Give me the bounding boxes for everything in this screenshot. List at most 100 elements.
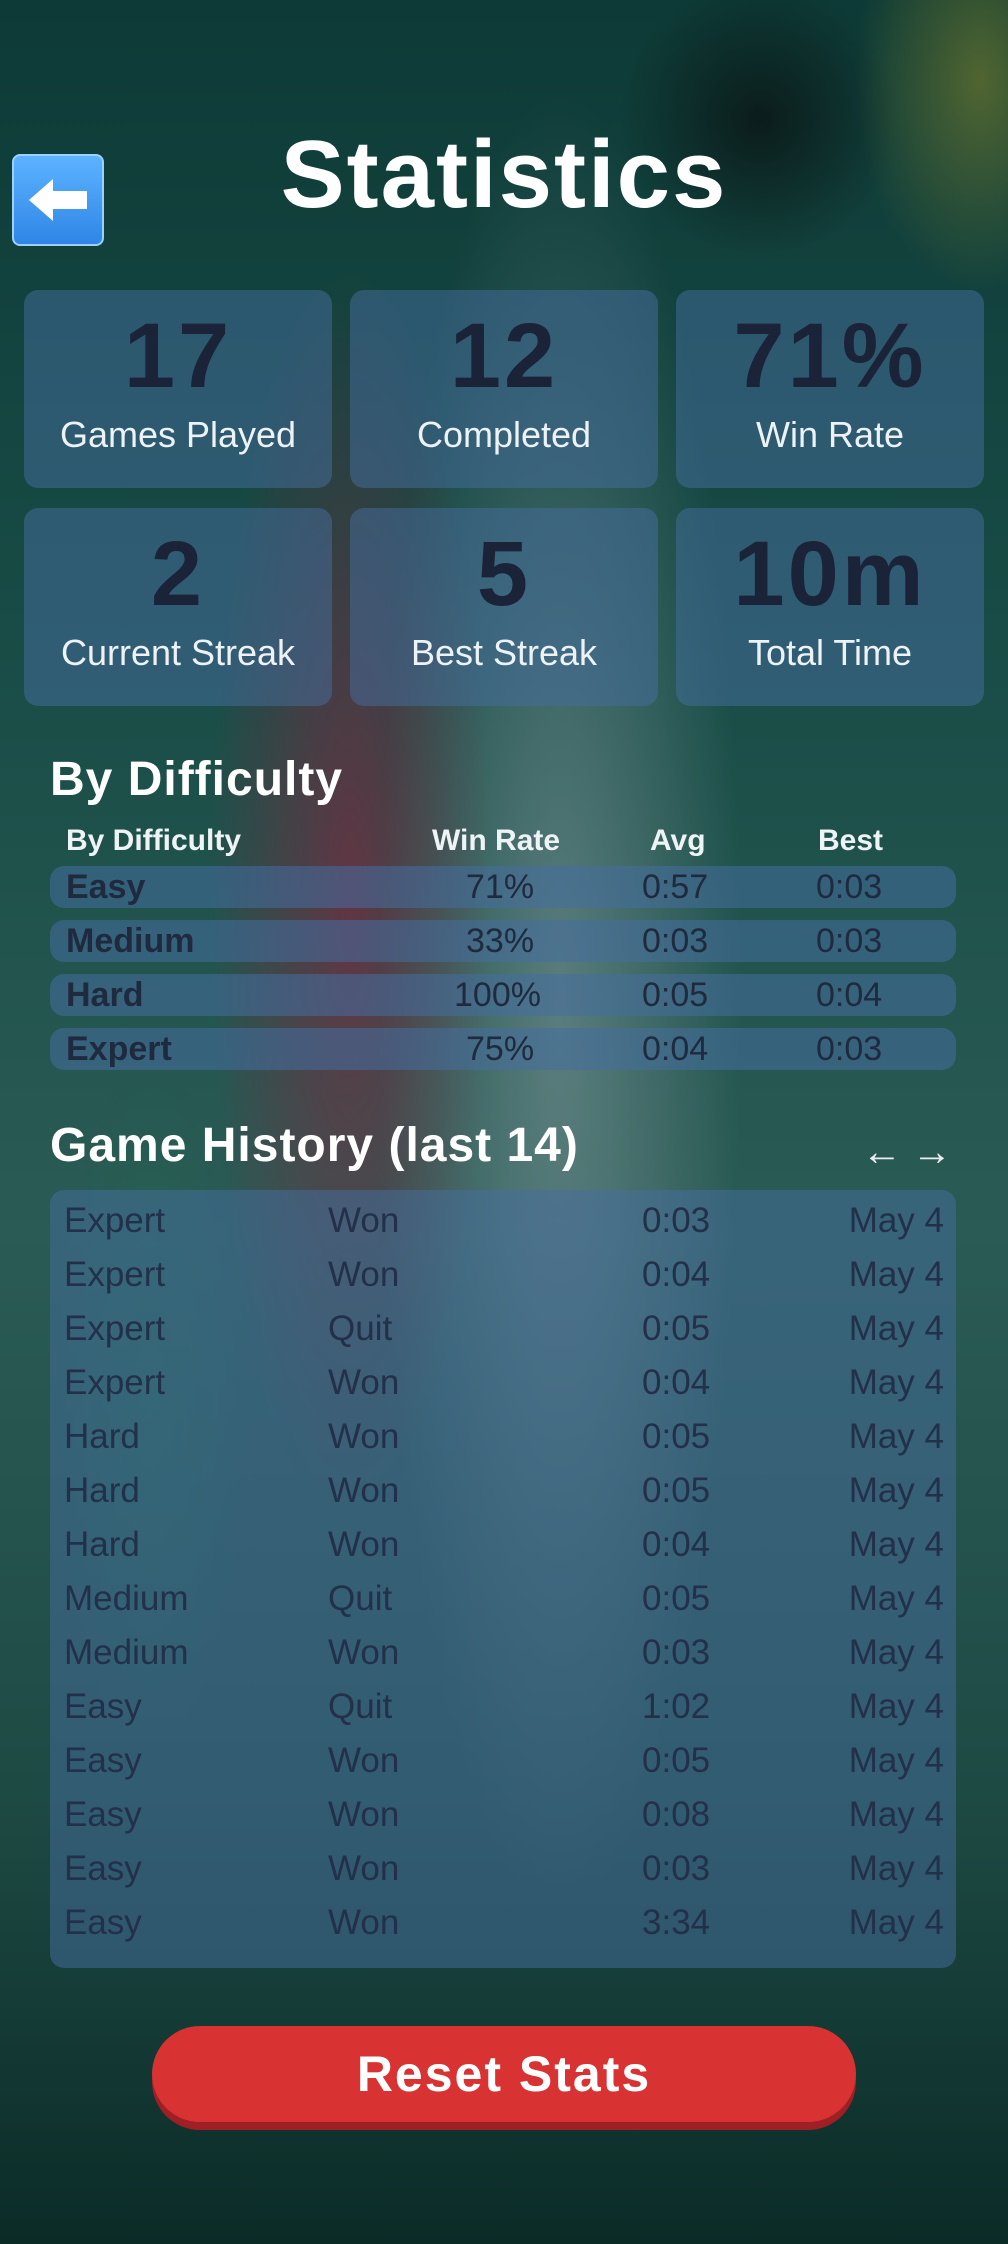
history-difficulty: Easy [64,1849,142,1888]
history-difficulty: Expert [64,1309,166,1348]
history-row: Hard Won 0:05 May 4 [50,1410,956,1464]
history-row: Hard Won 0:05 May 4 [50,1464,956,1518]
difficulty-win-rate: 75% [466,1030,535,1068]
history-row: Easy Quit 1:02 May 4 [50,1680,956,1734]
history-date: May 4 [848,1795,944,1834]
history-date: May 4 [848,1903,944,1942]
stat-card-best-streak: 5 Best Streak [350,508,658,706]
history-result: Won [328,1417,400,1456]
stat-card-completed: 12 Completed [350,290,658,488]
history-difficulty: Easy [64,1903,142,1942]
stat-card-games-played: 17 Games Played [24,290,332,488]
column-header: Best [818,824,884,857]
history-date: May 4 [848,1363,944,1402]
history-list: Expert Won 0:03 May 4 Expert Won 0:04 Ma… [50,1190,956,1968]
difficulty-avg: 0:57 [642,868,709,906]
history-result: Won [328,1525,400,1564]
difficulty-name: Easy [66,868,146,906]
stat-value: 12 [449,305,559,407]
history-row: Easy Won 0:03 May 4 [50,1842,956,1896]
stat-value: 5 [476,523,532,625]
history-row: Hard Won 0:04 May 4 [50,1518,956,1572]
history-difficulty: Easy [64,1741,142,1780]
column-header: Avg [650,824,706,857]
history-result: Won [328,1903,400,1942]
history-time: 0:08 [642,1795,711,1834]
history-date: May 4 [848,1633,944,1672]
history-date: May 4 [848,1579,944,1618]
history-row: Expert Won 0:04 May 4 [50,1356,956,1410]
history-pagination: ← → [862,1130,962,1175]
difficulty-avg: 0:05 [642,976,709,1014]
difficulty-best: 0:03 [816,922,883,960]
history-date: May 4 [848,1687,944,1726]
difficulty-name: Expert [66,1030,172,1068]
history-date: May 4 [848,1201,944,1240]
difficulty-win-rate: 33% [466,922,535,960]
history-result: Quit [328,1579,393,1618]
history-date: May 4 [848,1471,944,1510]
stat-label: Total Time [747,632,913,673]
stat-card-win-rate: 71% Win Rate [676,290,984,488]
difficulty-row-expert: Expert 75% 0:04 0:03 [50,1028,956,1070]
history-difficulty: Medium [64,1579,189,1618]
history-row: Medium Quit 0:05 May 4 [50,1572,956,1626]
column-header: By Difficulty [66,824,242,857]
history-result: Won [328,1741,400,1780]
history-row: Easy Won 0:08 May 4 [50,1788,956,1842]
history-time: 0:03 [642,1201,711,1240]
stat-value: 2 [150,523,206,625]
difficulty-best: 0:03 [816,868,883,906]
stat-value: 17 [123,305,233,407]
stat-label: Games Played [59,414,297,455]
difficulty-row-easy: Easy 71% 0:57 0:03 [50,866,956,908]
reset-stats-button[interactable]: Reset Stats [152,2026,856,2122]
history-difficulty: Expert [64,1363,166,1402]
history-time: 0:04 [642,1363,711,1402]
difficulty-table-header: By Difficulty Win Rate Avg Best [0,824,1008,860]
history-date: May 4 [848,1741,944,1780]
history-difficulty: Easy [64,1687,142,1726]
next-page-button[interactable]: → [912,1130,962,1175]
history-result: Won [328,1201,400,1240]
history-time: 0:05 [642,1579,711,1618]
history-difficulty: Hard [64,1417,140,1456]
history-date: May 4 [848,1525,944,1564]
history-time: 0:04 [642,1525,711,1564]
history-difficulty: Expert [64,1201,166,1240]
history-row: Expert Won 0:03 May 4 [50,1194,956,1248]
history-section-title: Game History (last 14) [50,1119,579,1172]
history-time: 1:02 [642,1687,711,1726]
history-time: 0:05 [642,1309,711,1348]
difficulty-win-rate: 100% [454,976,541,1014]
stat-label: Win Rate [755,414,905,455]
difficulty-name: Hard [66,976,144,1014]
history-row: Medium Won 0:03 May 4 [50,1626,956,1680]
history-result: Won [328,1849,400,1888]
stat-card-current-streak: 2 Current Streak [24,508,332,706]
difficulty-row-hard: Hard 100% 0:05 0:04 [50,974,956,1016]
stat-label: Best Streak [410,632,598,673]
history-result: Won [328,1795,400,1834]
page-title: Statistics [280,121,728,228]
difficulty-avg: 0:03 [642,922,709,960]
history-difficulty: Hard [64,1525,140,1564]
difficulty-section-title: By Difficulty [50,753,344,806]
history-date: May 4 [848,1849,944,1888]
stat-card-total-time: 10m Total Time [676,508,984,706]
difficulty-best: 0:04 [816,976,883,1014]
history-row: Expert Quit 0:05 May 4 [50,1302,956,1356]
history-result: Won [328,1363,400,1402]
column-header: Win Rate [432,824,561,857]
difficulty-name: Medium [66,922,195,960]
history-difficulty: Easy [64,1795,142,1834]
stat-value: 10m [733,523,927,625]
history-time: 0:05 [642,1741,711,1780]
history-row: Expert Won 0:04 May 4 [50,1248,956,1302]
history-difficulty: Hard [64,1471,140,1510]
difficulty-row-medium: Medium 33% 0:03 0:03 [50,920,956,962]
stat-label: Current Streak [60,632,296,673]
history-row: Easy Won 3:34 May 4 [50,1896,956,1950]
history-result: Won [328,1633,400,1672]
prev-page-button[interactable]: ← [862,1130,912,1175]
